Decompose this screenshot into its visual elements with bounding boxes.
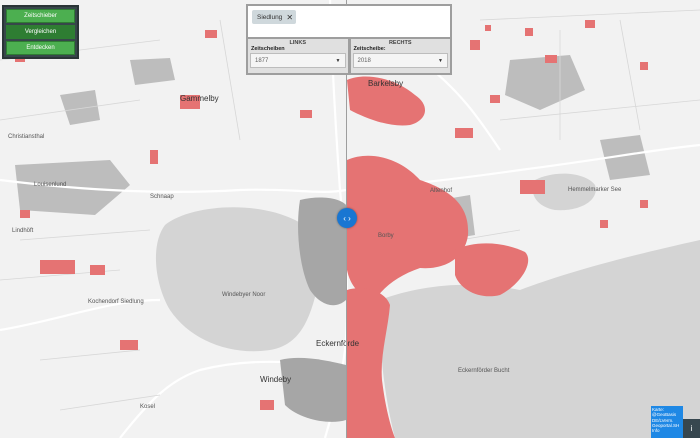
left-timeslice-value: 1877 xyxy=(255,57,269,64)
label-gammelby: Gammelby xyxy=(180,94,219,103)
nav-zeitschieber-button[interactable]: Zeitschieber xyxy=(6,9,75,23)
label-borby: Borby xyxy=(378,233,394,239)
layer-chip[interactable]: Siedlung ✕ xyxy=(252,10,297,24)
info-icon[interactable]: i xyxy=(683,419,700,438)
label-altenhof: Altenhof xyxy=(430,188,452,194)
left-heading: LINKS xyxy=(289,40,307,46)
nav-vergleichen-button[interactable]: Vergleichen xyxy=(6,25,75,39)
label-kochendorf: Kochendorf Siedlung xyxy=(88,299,144,305)
label-louisenlund: Louisenlund xyxy=(34,182,66,188)
label-windebyer-noor: Windebyer Noor xyxy=(222,292,265,298)
left-column: LINKS Zeitscheiben 1877 ▼ xyxy=(248,39,348,73)
label-kosel: Kosel xyxy=(140,404,155,410)
label-lindhoeft: Lindhöft xyxy=(12,228,34,234)
right-timeslice-value: 2018 xyxy=(357,57,371,64)
label-eckernfoerde: Eckernförde xyxy=(316,339,360,348)
chevron-down-icon: ▼ xyxy=(335,57,341,64)
nav-entdecken-button[interactable]: Entdecken xyxy=(6,41,75,55)
right-column: RECHTS Zeitscheibe: 2018 ▼ xyxy=(350,39,450,73)
mode-nav: Zeitschieber Vergleichen Entdecken xyxy=(2,5,79,59)
right-heading: RECHTS xyxy=(388,40,412,46)
compare-panel: Siedlung ✕ LINKS Zeitscheiben 1877 ▼ REC… xyxy=(246,4,452,75)
close-icon[interactable]: ✕ xyxy=(286,13,293,22)
label-christiansthal: Christiansthal xyxy=(8,134,44,140)
layer-chip-label: Siedlung xyxy=(257,13,283,21)
attribution-line[interactable]: Info xyxy=(652,428,682,433)
swipe-handle-icon[interactable]: ‹ › xyxy=(337,208,357,228)
label-hemmelmarker-see: Hemmelmarker See xyxy=(568,187,622,193)
attribution: Karte: @GeoBasis DE/LVerm. Geoportal.SH … xyxy=(651,406,683,438)
attribution-line: Karte: @GeoBasis xyxy=(652,407,677,418)
right-field-label: Zeitscheibe: xyxy=(353,46,386,52)
chevron-down-icon: ▼ xyxy=(438,57,443,64)
left-timeslice-select[interactable]: 1877 ▼ xyxy=(250,53,346,68)
label-windeby: Windeby xyxy=(260,375,291,384)
left-field-label: Zeitscheiben xyxy=(251,46,285,52)
right-timeslice-select[interactable]: 2018 ▼ xyxy=(352,53,448,68)
label-schnaap: Schnaap xyxy=(150,194,174,200)
label-eckernfoerder-bucht: Eckernförder Bucht xyxy=(458,368,510,374)
layer-filter-input[interactable]: Siedlung ✕ xyxy=(248,6,450,37)
label-barkelsby: Barkelsby xyxy=(368,79,403,88)
